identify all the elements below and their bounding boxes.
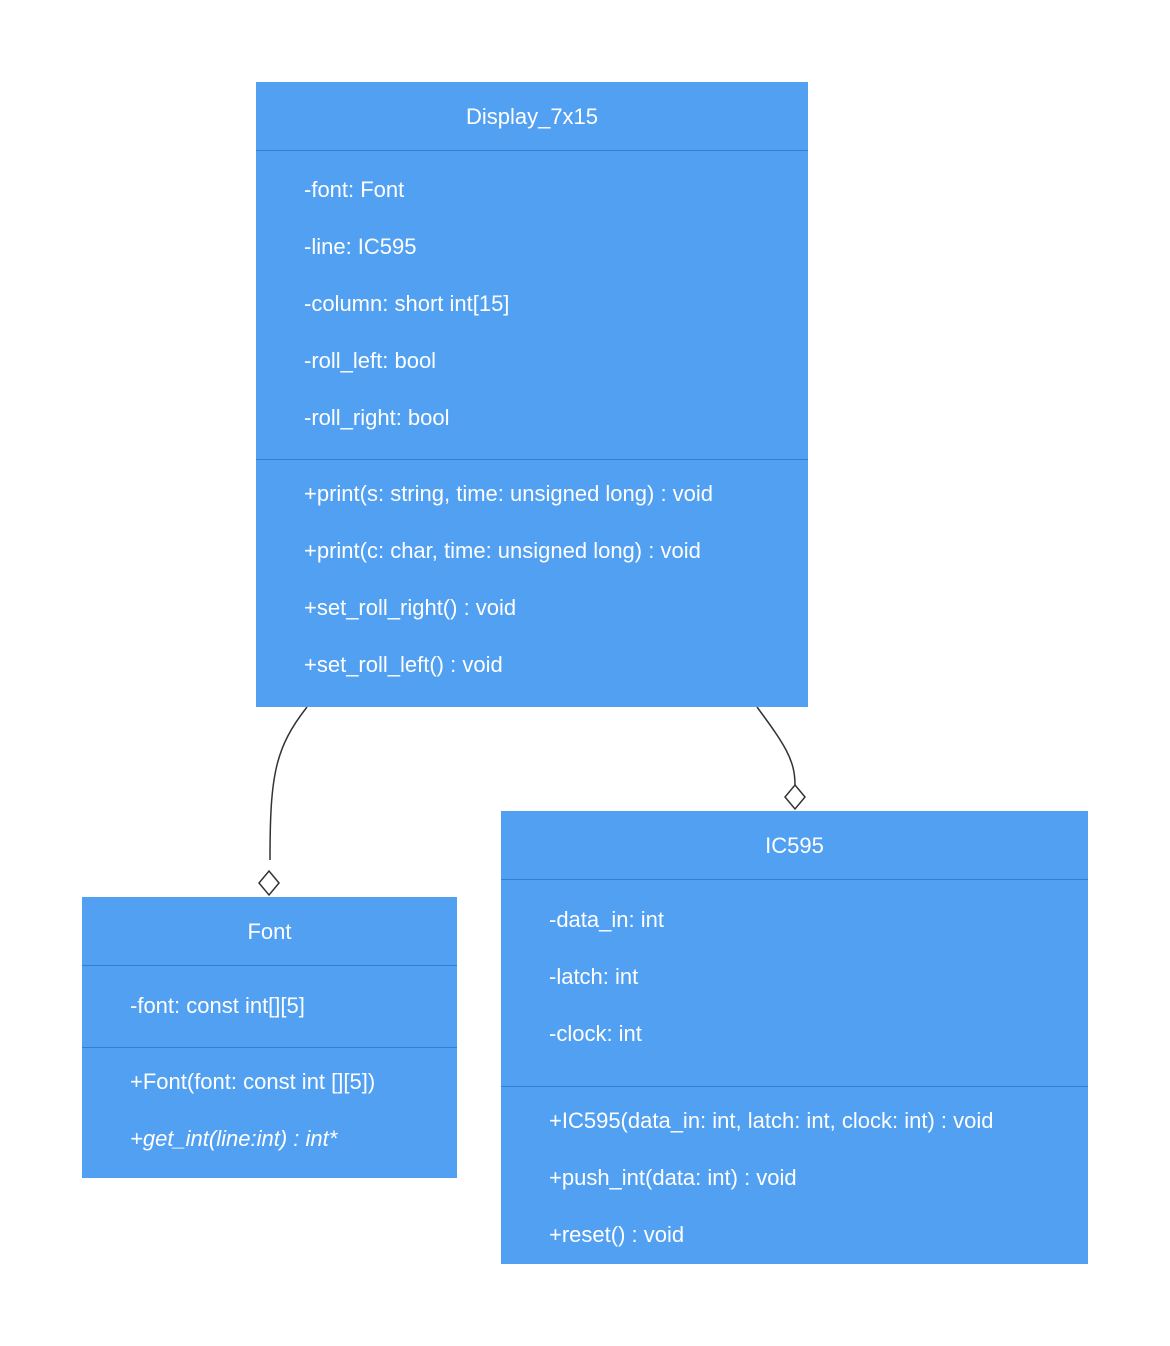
attribute-font: -font: Font xyxy=(304,177,405,202)
attribute-clock: -clock: int xyxy=(549,1021,642,1046)
method-reset: +reset() : void xyxy=(549,1222,685,1247)
attribute-line: -line: IC595 xyxy=(304,234,417,259)
method-font-constructor: +Font(font: const int [][5]) xyxy=(130,1069,376,1094)
class-display-7x15-name: Display_7x15 xyxy=(256,82,808,151)
method-ic595-constructor: +IC595(data_in: int, latch: int, clock: … xyxy=(549,1108,994,1133)
class-font[interactable]: Font -font: const int[][5] +Font(font: c… xyxy=(82,897,457,1178)
class-ic595-attributes: -data_in: int -latch: int -clock: int xyxy=(501,880,1088,1087)
class-ic595-name: IC595 xyxy=(501,811,1088,880)
method-get-int: +get_int(line:int) : int* xyxy=(130,1126,338,1151)
class-display-7x15[interactable]: Display_7x15 -font: Font -line: IC595 -c… xyxy=(256,82,808,707)
attribute-roll-right: -roll_right: bool xyxy=(304,405,450,430)
class-font-methods: +Font(font: const int [][5]) +get_int(li… xyxy=(82,1048,457,1167)
attribute-roll-left: -roll_left: bool xyxy=(304,348,437,373)
attribute-font-array: -font: const int[][5] xyxy=(130,993,305,1018)
method-print-string: +print(s: string, time: unsigned long) :… xyxy=(304,481,714,506)
aggregation-line-display-font xyxy=(269,706,308,861)
attribute-column: -column: short int[15] xyxy=(304,291,510,316)
class-display-7x15-attributes: -font: Font -line: IC595 -column: short … xyxy=(256,151,808,460)
method-set-roll-right: +set_roll_right() : void xyxy=(304,595,517,620)
class-font-name: Font xyxy=(82,897,457,966)
aggregation-diamond-ic595 xyxy=(784,783,806,811)
attribute-latch: -latch: int xyxy=(549,964,639,989)
class-display-7x15-methods: +print(s: string, time: unsigned long) :… xyxy=(256,460,808,693)
method-push-int: +push_int(data: int) : void xyxy=(549,1165,797,1190)
method-print-char: +print(c: char, time: unsigned long) : v… xyxy=(304,538,701,563)
method-set-roll-left: +set_roll_left() : void xyxy=(304,652,503,677)
class-ic595[interactable]: IC595 -data_in: int -latch: int -clock: … xyxy=(501,811,1088,1264)
class-ic595-methods: +IC595(data_in: int, latch: int, clock: … xyxy=(501,1087,1088,1263)
aggregation-line-display-ic595 xyxy=(756,706,796,786)
class-font-attributes: -font: const int[][5] xyxy=(82,966,457,1048)
aggregation-diamond-font xyxy=(258,869,280,897)
attribute-data-in: -data_in: int xyxy=(549,907,664,932)
